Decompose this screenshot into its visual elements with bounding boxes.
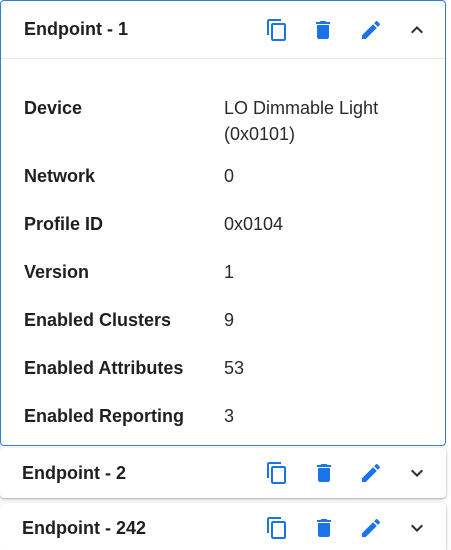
copy-button[interactable] xyxy=(264,515,290,541)
copy-button[interactable] xyxy=(264,460,290,486)
detail-label: Enabled Clusters xyxy=(24,310,172,330)
endpoint-title: Endpoint - 2 xyxy=(22,462,126,483)
copy-button[interactable] xyxy=(264,17,290,43)
edit-button[interactable] xyxy=(358,515,384,541)
detail-value: 53 xyxy=(224,358,245,378)
detail-value: LO Dimmable Light (0x0101) xyxy=(224,98,379,144)
detail-value: 0x0104 xyxy=(224,214,284,234)
chevron-up-icon xyxy=(411,25,423,33)
endpoint-list: Endpoint - 1 Device LO Dimmable Light (0… xyxy=(0,0,451,550)
delete-icon xyxy=(317,519,331,537)
detail-value: 1 xyxy=(224,262,235,282)
delete-button[interactable] xyxy=(310,17,336,43)
expand-button[interactable] xyxy=(404,515,430,541)
delete-button[interactable] xyxy=(311,460,337,486)
detail-label: Enabled Reporting xyxy=(24,406,185,426)
copy-icon xyxy=(267,462,286,484)
endpoint-panel-2: Endpoint - 2 xyxy=(0,448,446,498)
detail-label: Profile ID xyxy=(24,214,104,234)
delete-icon xyxy=(316,20,330,39)
detail-label: Network xyxy=(24,166,96,186)
chevron-down-icon xyxy=(411,469,423,477)
detail-label: Device xyxy=(24,98,83,118)
endpoint-header-2[interactable]: Endpoint - 2 xyxy=(0,448,446,498)
delete-icon xyxy=(317,464,331,482)
detail-label: Version xyxy=(24,262,90,282)
endpoint-title: Endpoint - 1 xyxy=(24,19,128,39)
edit-button[interactable] xyxy=(358,17,384,43)
edit-icon xyxy=(362,463,381,482)
detail-value: 3 xyxy=(224,406,235,426)
copy-icon xyxy=(267,18,286,41)
collapse-button[interactable] xyxy=(404,17,430,43)
delete-button[interactable] xyxy=(311,515,337,541)
edit-icon xyxy=(362,518,381,537)
detail-value: 9 xyxy=(224,310,235,330)
detail-label: Enabled Attributes xyxy=(24,358,184,378)
chevron-down-icon xyxy=(411,524,423,532)
endpoint-title: Endpoint - 242 xyxy=(22,517,147,538)
endpoint-header-242[interactable]: Endpoint - 242 xyxy=(0,503,446,550)
endpoint-header-1[interactable]: Endpoint - 1 xyxy=(1,1,445,59)
endpoint-panel-242: Endpoint - 242 xyxy=(0,503,446,550)
endpoint-panel-1: Endpoint - 1 Device LO Dimmable Light (0… xyxy=(0,0,446,446)
edit-icon xyxy=(362,20,381,39)
detail-value: 0 xyxy=(224,166,235,186)
copy-icon xyxy=(267,517,286,539)
expand-button[interactable] xyxy=(404,460,430,486)
edit-button[interactable] xyxy=(358,460,384,486)
